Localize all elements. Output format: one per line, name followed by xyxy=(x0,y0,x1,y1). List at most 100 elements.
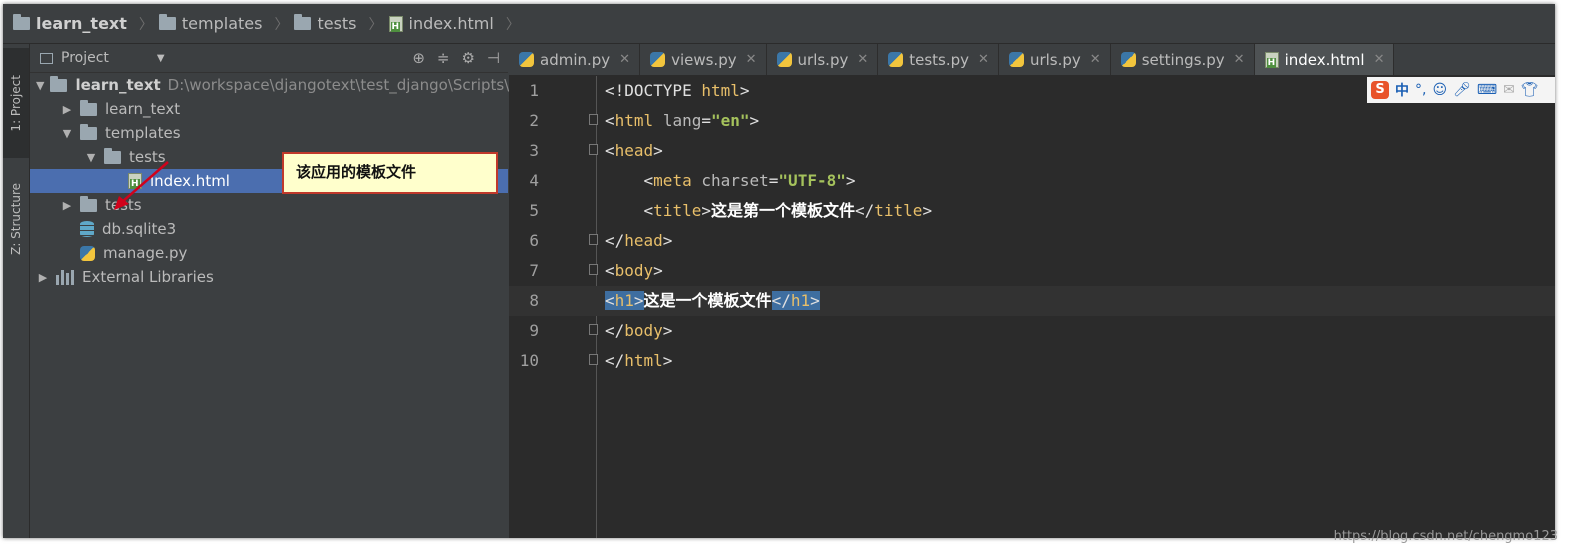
close-icon[interactable]: ✕ xyxy=(746,52,757,67)
chevron-right-icon: 〉 xyxy=(368,16,383,33)
sogou-logo-icon[interactable]: S xyxy=(1371,81,1389,99)
close-icon[interactable]: ✕ xyxy=(619,52,630,67)
breadcrumb-item-tests[interactable]: tests 〉 xyxy=(294,14,383,34)
code-line[interactable]: 9 </body> xyxy=(509,316,1555,346)
tree-item-templates[interactable]: ▼ templates xyxy=(30,121,508,145)
code-token: 这是第一个模板文件 xyxy=(710,201,855,220)
expand-arrow-icon[interactable]: ▶ xyxy=(60,199,74,212)
code-token: > xyxy=(701,201,711,220)
python-file-icon xyxy=(776,52,792,67)
tab-project[interactable]: 1: Project xyxy=(3,48,29,158)
code-text: </body> xyxy=(605,316,672,346)
ime-mode-toggle[interactable]: 中 xyxy=(1395,80,1409,100)
tool-window-strip: 1: Project Z: Structure xyxy=(3,44,30,538)
ime-toolbar: S 中 °, ☺ 🎤︎ ⌨ ✉ 👕︎ xyxy=(1367,77,1555,103)
folder-icon xyxy=(80,195,97,212)
tab-admin-py[interactable]: admin.py ✕ xyxy=(509,44,641,75)
fold-marker-icon[interactable] xyxy=(589,264,598,275)
close-icon[interactable]: ✕ xyxy=(978,52,989,67)
code-token: lang xyxy=(662,111,702,130)
toolbox-icon[interactable]: ✉ xyxy=(1503,82,1515,98)
code-token: "UTF-8" xyxy=(778,171,846,190)
code-token: <!DOCTYPE xyxy=(605,81,702,100)
tree-item-learn-text[interactable]: ▶ learn_text xyxy=(30,97,508,121)
code-token: < xyxy=(605,201,654,220)
folder-icon xyxy=(80,123,97,140)
code-line[interactable]: 5 <title>这是第一个模板文件</title> xyxy=(509,196,1555,226)
code-line[interactable]: 3 <head> xyxy=(509,136,1555,166)
project-view-selector[interactable]: Project xyxy=(61,50,109,66)
python-file-icon xyxy=(650,52,666,67)
code-token: = xyxy=(701,111,711,130)
fold-marker-icon[interactable] xyxy=(589,354,598,365)
code-token: head xyxy=(624,231,663,250)
python-file-icon xyxy=(888,52,904,67)
code-line[interactable]: 7 <body> xyxy=(509,256,1555,286)
chevron-right-icon: 〉 xyxy=(274,16,289,33)
tab-index-html[interactable]: index.html ✕ xyxy=(1254,44,1395,75)
code-editor[interactable]: 1 <!DOCTYPE html> 2 <html lang="en"> 3 <head>… xyxy=(509,76,1555,376)
ime-punctuation-toggle[interactable]: °, xyxy=(1415,82,1426,98)
keyboard-icon[interactable]: ⌨ xyxy=(1477,82,1497,98)
fold-marker-icon[interactable] xyxy=(589,234,598,245)
code-line[interactable]: 6 </head> xyxy=(509,226,1555,256)
code-token: </ xyxy=(605,351,625,370)
tree-item-learn-text-root[interactable]: ▼ learn_text D:\workspace\djangotext\tes… xyxy=(30,73,523,97)
code-token: </ xyxy=(605,321,625,340)
line-number: 9 xyxy=(529,321,539,340)
hide-panel-icon[interactable]: ⊣ xyxy=(487,49,500,67)
code-line[interactable]: 4 <meta charset="UTF-8"> xyxy=(509,166,1555,196)
expand-arrow-icon[interactable]: ▶ xyxy=(36,271,50,284)
emoji-icon[interactable]: ☺ xyxy=(1432,82,1447,98)
expand-arrow-icon[interactable]: ▼ xyxy=(60,127,74,140)
chevron-down-icon[interactable]: ▼ xyxy=(157,53,165,64)
tab-views-py[interactable]: views.py ✕ xyxy=(640,44,767,75)
tab-settings-py[interactable]: settings.py ✕ xyxy=(1111,44,1255,75)
tab-structure[interactable]: Z: Structure xyxy=(3,164,29,274)
tree-item-manage-py[interactable]: manage.py xyxy=(30,241,508,265)
code-text: <html lang="en"> xyxy=(605,106,759,136)
close-icon[interactable]: ✕ xyxy=(857,52,868,67)
tree-item-external-libraries[interactable]: ▶ External Libraries xyxy=(30,265,508,289)
folder-icon xyxy=(294,14,312,30)
breadcrumb-item-templates[interactable]: templates 〉 xyxy=(158,14,289,34)
close-icon[interactable]: ✕ xyxy=(1234,52,1245,67)
collapse-all-icon[interactable]: ≑ xyxy=(437,49,450,67)
code-token: title xyxy=(874,201,923,220)
fold-marker-icon[interactable] xyxy=(589,324,598,335)
tree-item-db-sqlite3[interactable]: db.sqlite3 xyxy=(30,217,508,241)
expand-arrow-icon[interactable]: ▼ xyxy=(84,151,98,164)
code-token: < xyxy=(605,261,615,280)
tab-urls-py-2[interactable]: urls.py ✕ xyxy=(999,44,1111,75)
tab-tests-py[interactable]: tests.py ✕ xyxy=(878,44,999,75)
expand-arrow-icon[interactable]: ▼ xyxy=(36,79,44,92)
line-number: 4 xyxy=(529,171,539,190)
microphone-icon[interactable]: 🎤︎ xyxy=(1453,82,1471,98)
code-text: <head> xyxy=(605,136,663,166)
skin-icon[interactable]: 👕︎ xyxy=(1521,82,1539,98)
breadcrumb-item-index-html[interactable]: index.html 〉 xyxy=(388,14,520,34)
locate-file-icon[interactable]: ⊕ xyxy=(412,49,425,67)
fold-marker-icon[interactable] xyxy=(589,114,598,125)
python-file-icon xyxy=(80,245,95,261)
code-text: <!DOCTYPE html> xyxy=(605,76,750,106)
code-token: < xyxy=(605,141,615,160)
code-text: <body> xyxy=(605,256,663,286)
tab-urls-py[interactable]: urls.py ✕ xyxy=(767,44,879,75)
breadcrumb-item-learn-text[interactable]: learn_text 〉 xyxy=(13,14,153,34)
line-number: 5 xyxy=(529,201,539,220)
code-line[interactable]: 10 </html> xyxy=(509,346,1555,376)
code-token: < xyxy=(605,111,615,130)
gear-icon[interactable]: ⚙ xyxy=(461,49,474,67)
line-number: 8 xyxy=(529,291,539,310)
expand-arrow-icon[interactable]: ▶ xyxy=(60,103,74,116)
code-token: html xyxy=(624,351,663,370)
tree-item-tests[interactable]: ▶ tests xyxy=(30,193,508,217)
code-line[interactable]: 8 <h1>这是一个模板文件</h1> xyxy=(509,286,1555,316)
fold-marker-icon[interactable] xyxy=(589,144,598,155)
close-icon[interactable]: ✕ xyxy=(1090,52,1101,67)
code-line[interactable]: 2 <html lang="en"> xyxy=(509,106,1555,136)
folder-icon xyxy=(13,14,30,30)
close-icon[interactable]: ✕ xyxy=(1374,52,1385,67)
code-token: </ xyxy=(605,231,625,250)
